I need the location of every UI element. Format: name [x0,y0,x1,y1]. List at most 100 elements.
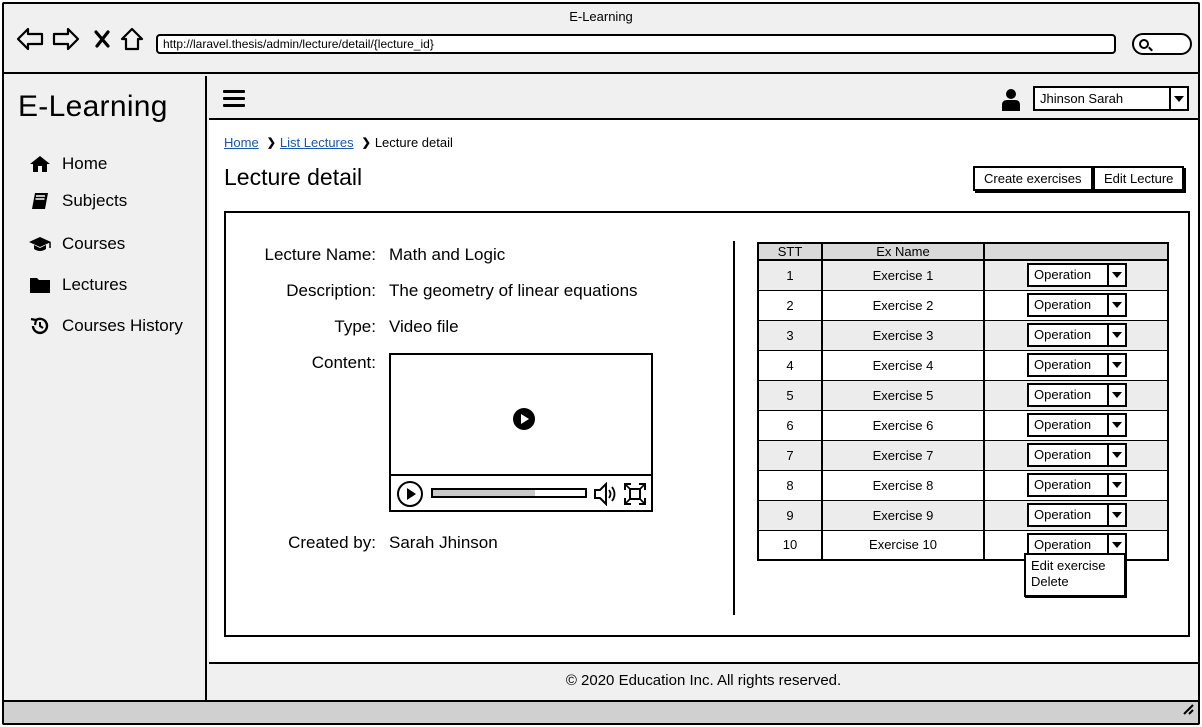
sidebar-item-home[interactable]: Home [28,154,107,174]
sidebar-item-label: Home [62,154,108,173]
operation-dropdown[interactable]: Operation [1027,413,1127,437]
description-label: Description: [286,281,376,300]
type-label: Type: [334,317,376,336]
chevron-down-icon [1107,534,1125,555]
cell-operation: Operation [983,260,1169,291]
cell-stt: 5 [757,380,823,411]
back-arrow-icon[interactable] [16,26,44,52]
resize-grip-icon[interactable] [1180,701,1194,720]
cell-ex-name: Exercise 8 [821,470,985,501]
home-icon [28,154,52,174]
operation-label: Operation [1034,536,1092,552]
cell-ex-name: Exercise 2 [821,290,985,321]
chevron-down-icon [1107,355,1125,375]
chevron-down-icon [1107,295,1125,315]
operation-dropdown[interactable]: Operation [1027,353,1127,377]
create-exercises-button[interactable]: Create exercises [973,166,1093,191]
operation-dropdown[interactable]: Operation [1027,293,1127,317]
sidebar: E-Learning Home Subjects Courses Lecture… [4,76,207,700]
cell-stt: 4 [757,350,823,381]
chevron-right-icon: ❯ [266,137,276,149]
operation-label: Operation [1034,267,1092,283]
vertical-divider [733,241,735,615]
hamburger-menu-icon[interactable] [223,90,245,108]
operation-dropdown[interactable]: Operation [1027,323,1127,347]
operation-menu: Edit exercise Delete [1024,553,1126,597]
operation-dropdown[interactable]: Operation [1027,263,1127,288]
cell-ex-name: Exercise 1 [821,260,985,291]
volume-icon[interactable] [593,481,619,511]
created-by-label: Created by: [288,533,376,552]
status-bar [4,700,1198,723]
cell-ex-name: Exercise 6 [821,410,985,441]
user-dropdown[interactable]: Jhinson Sarah [1033,86,1189,111]
breadcrumb-list-lectures-link[interactable]: List Lectures [280,135,354,150]
cell-operation: Operation [983,320,1169,351]
video-player[interactable] [389,353,653,512]
operation-label: Operation [1034,417,1092,432]
play-button-icon[interactable] [397,481,423,507]
operation-dropdown[interactable]: Operation [1027,503,1127,527]
operation-dropdown[interactable]: Operation [1027,383,1127,407]
video-controls [391,474,651,510]
main-content: Jhinson Sarah Home ❯ List Lectures ❯ Lec… [209,76,1198,700]
content-label: Content: [311,353,376,372]
stop-x-icon[interactable] [88,26,116,52]
window-title: E-Learning [569,9,633,24]
user-icon [1001,88,1021,112]
browser-search-button[interactable] [1132,33,1192,55]
cell-operation: Operation [983,380,1169,411]
breadcrumb-home-link[interactable]: Home [224,135,259,150]
chevron-down-icon [1107,385,1125,405]
play-circle-icon[interactable] [513,408,535,430]
history-icon [28,316,52,336]
table-row: 6 Exercise 6 Operation [757,410,1169,441]
sidebar-item-lectures[interactable]: Lectures [28,275,127,295]
operation-label: Operation [1034,297,1092,312]
cell-operation: Operation [983,290,1169,321]
column-header-stt: STT [757,242,823,261]
chevron-down-icon [1107,445,1125,465]
operation-dropdown[interactable]: Operation [1027,473,1127,497]
cell-operation: Operation [983,350,1169,381]
edit-lecture-button[interactable]: Edit Lecture [1093,166,1185,191]
operation-label: Operation [1034,447,1092,462]
top-bar: Jhinson Sarah [209,76,1198,120]
fullscreen-icon[interactable] [623,482,647,511]
chevron-down-icon [1169,88,1187,109]
operation-dropdown[interactable]: Operation [1027,443,1127,467]
sidebar-item-subjects[interactable]: Subjects [28,191,127,211]
description-value: The geometry of linear equations [389,281,638,300]
exercises-table: STT Ex Name 1 Exercise 1 Operation 2 Exercis… [757,242,1169,561]
operation-label: Operation [1034,477,1092,492]
video-progress-bar[interactable] [431,488,587,498]
chevron-down-icon [1107,505,1125,525]
browser-chrome: E-Learning http://laravel.thesis/admin/l… [4,4,1198,74]
edit-exercise-menu-item[interactable]: Edit exercise [1031,558,1119,574]
table-row: 3 Exercise 3 Operation [757,320,1169,351]
delete-menu-item[interactable]: Delete [1031,574,1119,590]
table-row: 2 Exercise 2 Operation [757,290,1169,321]
table-row: 8 Exercise 8 Operation [757,470,1169,501]
sidebar-item-courses-history[interactable]: Courses History [28,316,183,336]
operation-label: Operation [1034,357,1092,372]
cell-stt: 8 [757,470,823,501]
cell-stt: 7 [757,440,823,471]
url-input[interactable]: http://laravel.thesis/admin/lecture/deta… [156,34,1116,54]
forward-arrow-icon[interactable] [52,26,80,52]
home-outline-icon[interactable] [118,26,146,52]
sidebar-item-courses[interactable]: Courses [28,234,125,254]
chevron-right-icon: ❯ [361,137,371,149]
chevron-down-icon [1107,265,1125,286]
operation-label: Operation [1034,507,1092,522]
chevron-down-icon [1107,325,1125,345]
column-header-ex-name: Ex Name [821,242,985,261]
table-row: 9 Exercise 9 Operation [757,500,1169,531]
cell-ex-name: Exercise 7 [821,440,985,471]
lecture-name-label: Lecture Name: [264,245,377,264]
created-by-value: Sarah Jhinson [389,533,498,552]
table-row: 1 Exercise 1 Operation [757,260,1169,291]
cell-stt: 9 [757,500,823,531]
chevron-down-icon [1107,415,1125,435]
table-row: 5 Exercise 5 Operation [757,380,1169,411]
